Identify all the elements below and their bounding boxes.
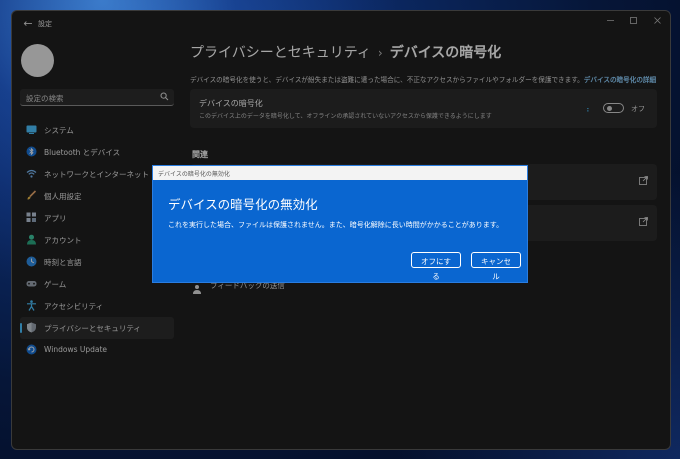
dialog-title-bar: デバイスの暗号化の無効化 (153, 166, 527, 180)
cancel-button[interactable]: キャンセル (471, 252, 521, 281)
turn-off-button[interactable]: オフにする (411, 252, 461, 281)
dialog-heading: デバイスの暗号化の無効化 (168, 197, 318, 212)
dialog-message: これを実行した場合、ファイルは保護されません。また、暗号化解除に長い時間がかかる… (168, 221, 504, 229)
dialog-window-title: デバイスの暗号化の無効化 (158, 171, 230, 178)
disable-encryption-dialog: デバイスの暗号化の無効化 デバイスの暗号化の無効化 これを実行した場合、ファイル… (152, 165, 528, 283)
